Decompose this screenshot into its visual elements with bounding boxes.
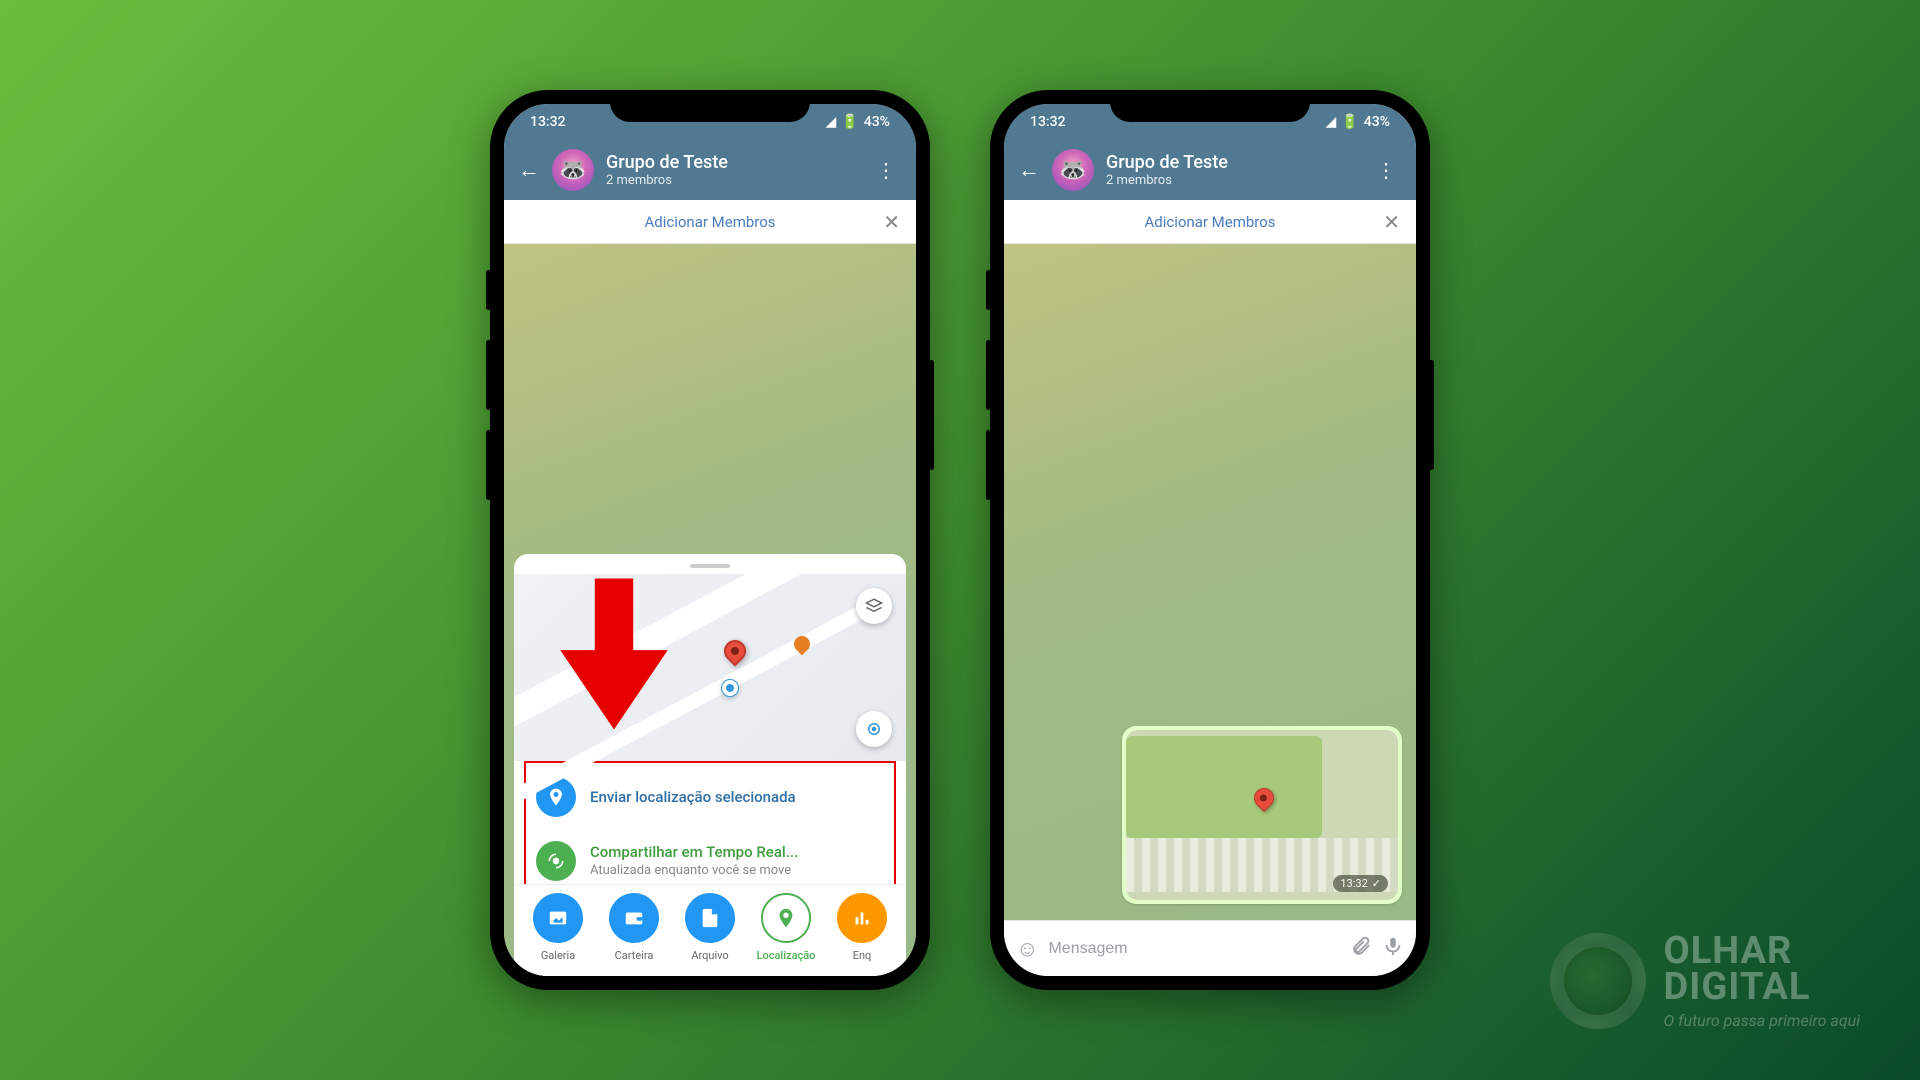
message-map-thumbnail: 13:32 ✓ — [1126, 730, 1398, 900]
message-input-bar: ☺ — [1004, 920, 1416, 976]
send-selected-location[interactable]: Enviar localização selecionada — [526, 765, 894, 829]
message-timestamp: 13:32 ✓ — [1333, 875, 1388, 892]
location-message-bubble[interactable]: 13:32 ✓ — [1122, 726, 1402, 904]
chat-title-block[interactable]: Grupo de Teste 2 membros — [1106, 152, 1358, 188]
tab-file[interactable]: Arquivo — [679, 893, 741, 962]
attach-icon[interactable] — [1350, 935, 1372, 963]
phone-notch — [610, 90, 810, 122]
share-live-sublabel: Atualizada enquanto você se move — [590, 863, 798, 878]
chat-title: Grupo de Teste — [1106, 152, 1358, 173]
phone-notch — [1110, 90, 1310, 122]
sheet-drag-handle[interactable] — [690, 564, 730, 568]
gallery-icon — [533, 893, 583, 943]
tab-poll[interactable]: Enq — [831, 893, 893, 962]
kebab-menu-icon[interactable]: ⋮ — [1370, 158, 1402, 182]
highlighted-options: Enviar localização selecionada Compartil… — [524, 761, 896, 897]
back-arrow-icon[interactable]: ← — [518, 157, 540, 183]
poll-icon — [837, 893, 887, 943]
chat-message-area: 15 de novembro 13:32 ✓ — [1004, 244, 1416, 920]
microphone-icon[interactable] — [1382, 935, 1404, 963]
brand-tagline: O futuro passa primeiro aqui — [1664, 1011, 1860, 1030]
tab-location[interactable]: Localização — [755, 893, 817, 962]
current-location-dot-icon — [722, 680, 738, 696]
live-location-icon — [536, 841, 576, 881]
location-tab-icon — [761, 893, 811, 943]
status-battery: 43% — [1364, 114, 1390, 130]
location-attach-sheet: Enviar localização selecionada Compartil… — [514, 554, 906, 976]
battery-icon: 🔋 — [841, 114, 858, 130]
sent-check-icon: ✓ — [1372, 877, 1381, 890]
instruction-arrow-icon — [550, 570, 678, 742]
add-members-bar[interactable]: Adicionar Membros ✕ — [1004, 200, 1416, 244]
signal-icon: ◢ — [826, 114, 837, 130]
brand-name-line1: OLHAR — [1664, 933, 1860, 969]
phone-right: 13:32 ◢ 🔋 43% ← 🦝 Grupo de Teste 2 membr… — [990, 90, 1430, 990]
share-live-location[interactable]: Compartilhar em Tempo Real... Atualizada… — [526, 829, 894, 893]
wallet-icon — [609, 893, 659, 943]
send-location-label: Enviar localização selecionada — [590, 788, 796, 806]
chat-header: ← 🦝 Grupo de Teste 2 membros ⋮ — [1004, 140, 1416, 200]
map-layers-button[interactable] — [856, 588, 892, 624]
close-icon[interactable]: ✕ — [1383, 210, 1400, 234]
phone-left: 13:32 ◢ 🔋 43% ← 🦝 Grupo de Teste 2 membr… — [490, 90, 930, 990]
tab-gallery[interactable]: Galeria — [527, 893, 589, 962]
add-members-label: Adicionar Membros — [644, 213, 775, 231]
add-members-label: Adicionar Membros — [1144, 213, 1275, 231]
brand-watermark: OLHAR DIGITAL O futuro passa primeiro aq… — [1550, 933, 1860, 1030]
file-icon — [685, 893, 735, 943]
group-avatar[interactable]: 🦝 — [552, 149, 594, 191]
message-input[interactable] — [1048, 940, 1340, 958]
map-pin-icon — [719, 636, 750, 667]
brand-name-line2: DIGITAL — [1664, 969, 1860, 1005]
add-members-bar[interactable]: Adicionar Membros ✕ — [504, 200, 916, 244]
chat-header: ← 🦝 Grupo de Teste 2 membros ⋮ — [504, 140, 916, 200]
group-avatar[interactable]: 🦝 — [1052, 149, 1094, 191]
signal-icon: ◢ — [1326, 114, 1337, 130]
phones-container: 13:32 ◢ 🔋 43% ← 🦝 Grupo de Teste 2 membr… — [0, 0, 1920, 1080]
my-location-button[interactable] — [856, 711, 892, 747]
attachment-tabs: Galeria Carteira — [514, 884, 906, 976]
back-arrow-icon[interactable]: ← — [1018, 157, 1040, 183]
brand-logo-icon — [1550, 933, 1646, 1029]
battery-icon: 🔋 — [1341, 114, 1358, 130]
share-live-label: Compartilhar em Tempo Real... — [590, 843, 798, 861]
chat-background[interactable]: 15 de novembro 13:32 ✓ — [1004, 244, 1416, 976]
status-battery: 43% — [864, 114, 890, 130]
chat-subtitle: 2 membros — [606, 173, 858, 188]
kebab-menu-icon[interactable]: ⋮ — [870, 158, 902, 182]
tab-wallet[interactable]: Carteira — [603, 893, 665, 962]
map-preview[interactable] — [514, 574, 906, 760]
chat-background: Enviar localização selecionada Compartil… — [504, 244, 916, 976]
emoji-icon[interactable]: ☺ — [1016, 936, 1038, 962]
chat-title-block[interactable]: Grupo de Teste 2 membros — [606, 152, 858, 188]
status-time: 13:32 — [530, 114, 566, 130]
close-icon[interactable]: ✕ — [883, 210, 900, 234]
chat-title: Grupo de Teste — [606, 152, 858, 173]
status-time: 13:32 — [1030, 114, 1066, 130]
chat-subtitle: 2 membros — [1106, 173, 1358, 188]
